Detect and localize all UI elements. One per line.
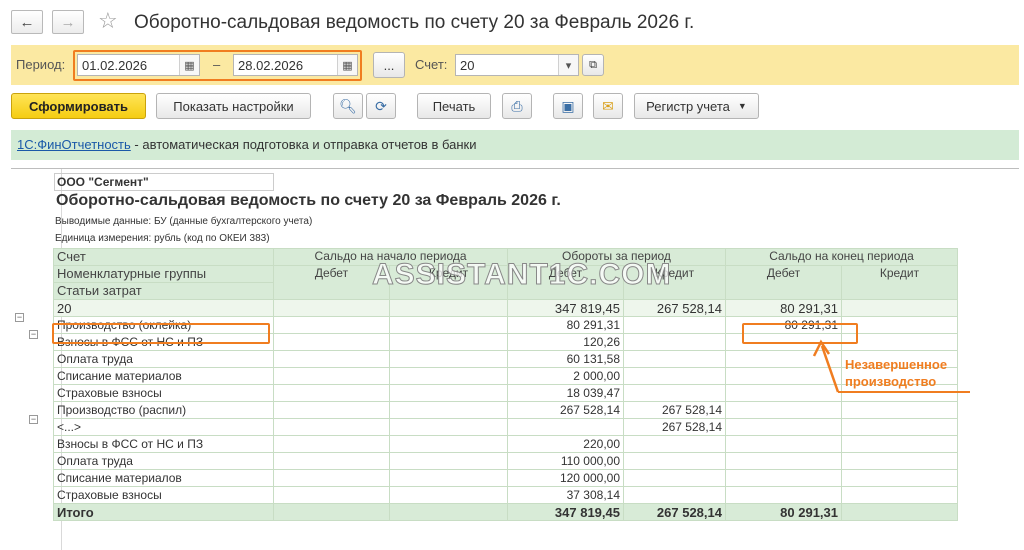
cell-turnover-credit: 267 528,14 — [623, 503, 726, 521]
search-refresh-icon: ⟳ — [375, 97, 387, 114]
period-to-field[interactable]: 28.02.2026 ▦ — [233, 54, 358, 76]
info-banner: 1С:ФинОтчетность - автоматическая подгот… — [11, 130, 1019, 160]
search-button[interactable]: 🔍︎ — [333, 93, 363, 119]
collapse-toggle-icon[interactable]: − — [15, 313, 24, 322]
cell-turnover-credit: 267 528,14 — [623, 418, 726, 436]
cell-turnover-credit: 267 528,14 — [623, 401, 726, 419]
cell-turnover-debit: 347 819,45 — [507, 503, 624, 521]
period-select-button[interactable]: ... — [373, 52, 405, 78]
table-row[interactable]: <...> 267 528,14 — [53, 418, 958, 436]
finotchetnost-link[interactable]: 1С:ФинОтчетность — [17, 137, 131, 152]
account-label: Счет: — [415, 57, 448, 72]
row-name: Страховые взносы — [53, 486, 274, 504]
email-button[interactable]: ✉ — [593, 93, 623, 119]
search-icon: 🔍︎ — [339, 97, 357, 114]
cell-turnover-credit: 267 528,14 — [623, 299, 726, 317]
chevron-down-icon: ▼ — [737, 101, 747, 111]
arrow-left-icon: ← — [19, 13, 35, 31]
organization-name: ООО "Сегмент" — [54, 173, 274, 191]
period-label: Период: — [16, 57, 66, 72]
watermark-text: ASSISTANT1C.COM — [371, 258, 672, 292]
cell-closing-debit: 80 291,31 — [725, 299, 842, 317]
row-name: <...> — [53, 418, 274, 436]
group-highlight-box — [52, 323, 270, 344]
calendar-icon[interactable]: ▦ — [337, 55, 357, 75]
print-button[interactable]: Печать — [417, 93, 491, 119]
annotation-line-2: производство — [845, 374, 937, 389]
period-dash: – — [213, 57, 221, 72]
row-name: Оплата труда — [53, 452, 274, 470]
cell-turnover-debit: 347 819,45 — [507, 299, 624, 317]
cell-turnover-debit: 60 131,58 — [507, 350, 624, 368]
header-cost-items: Статьи затрат — [53, 282, 274, 300]
open-window-icon: ⧉ — [589, 58, 597, 71]
unit-line: Единица измерения: рубль (код по ОКЕИ 38… — [55, 233, 270, 244]
generate-button[interactable]: Сформировать — [11, 93, 146, 119]
period-from-value: 01.02.2026 — [82, 58, 148, 73]
open-account-button[interactable]: ⧉ — [582, 54, 604, 76]
period-to-value: 28.02.2026 — [238, 58, 304, 73]
annotation-note: Незавершенное производство — [845, 356, 947, 390]
account-field[interactable]: 20 ▾ — [455, 54, 579, 76]
account-value: 20 — [460, 58, 475, 73]
annotation-underline — [838, 391, 970, 393]
header-nomenclature: Номенклатурные группы — [53, 265, 274, 283]
show-settings-button[interactable]: Показать настройки — [156, 93, 311, 119]
table-row[interactable]: Производство (распил) 267 528,14 267 528… — [53, 401, 958, 419]
header-account: Счет — [53, 248, 274, 266]
search-settings-button[interactable]: ⟳ — [366, 93, 396, 119]
preview-button[interactable]: ⎙ — [502, 93, 532, 119]
period-bar: Период: 01.02.2026 ▦ – 28.02.2026 ▦ ... … — [11, 45, 1019, 85]
favorite-star-icon[interactable]: ☆ — [98, 9, 118, 33]
cell-turnover-debit: 18 039,47 — [507, 384, 624, 402]
annotation-line-1: Незавершенное — [845, 357, 948, 372]
table-row[interactable]: 20 347 819,45 267 528,14 80 291,31 — [53, 299, 958, 317]
back-button[interactable]: ← — [11, 10, 43, 34]
banner-text: - автоматическая подготовка и отправка о… — [130, 137, 477, 152]
report-title: Оборотно-сальдовая ведомость по счету 20… — [56, 192, 561, 209]
output-data-line: Выводимые данные: БУ (данные бухгалтерск… — [55, 216, 313, 227]
table-row[interactable]: Списание материалов 120 000,00 — [53, 469, 958, 487]
print-preview-icon: ⎙ — [511, 97, 523, 114]
collapse-toggle-icon[interactable]: − — [29, 330, 38, 339]
cell-turnover-debit: 120 000,00 — [507, 469, 624, 487]
row-name: Страховые взносы — [53, 384, 274, 402]
forward-button[interactable]: → — [52, 10, 84, 34]
cell-turnover-debit: 80 291,31 — [507, 316, 624, 334]
cell-closing-debit: 80 291,31 — [725, 503, 842, 521]
table-row[interactable]: Оплата труда 110 000,00 — [53, 452, 958, 470]
dropdown-icon[interactable]: ▾ — [558, 55, 578, 75]
total-row[interactable]: Итого 347 819,45 267 528,14 80 291,31 — [53, 503, 958, 521]
cell-turnover-debit: 2 000,00 — [507, 367, 624, 385]
calendar-icon[interactable]: ▦ — [179, 55, 199, 75]
floppy-disk-icon: ▣ — [561, 97, 575, 114]
cell-turnover-debit: 120,26 — [507, 333, 624, 351]
envelope-icon: ✉ — [602, 97, 614, 114]
save-button[interactable]: ▣ — [553, 93, 583, 119]
row-name: 20 — [53, 299, 274, 317]
period-from-field[interactable]: 01.02.2026 ▦ — [77, 54, 200, 76]
header-closing: Сальдо на конец периода — [725, 248, 958, 266]
header-closing-credit: Кредит — [841, 265, 958, 300]
page-title: Оборотно-сальдовая ведомость по счету 20… — [134, 12, 695, 33]
row-name: Оплата труда — [53, 350, 274, 368]
row-name: Взносы в ФСС от НС и ПЗ — [53, 435, 274, 453]
row-name: Списание материалов — [53, 367, 274, 385]
register-dropdown[interactable]: Регистр учета ▼ — [634, 93, 759, 119]
row-name: Итого — [53, 503, 274, 521]
register-label: Регистр учета — [646, 98, 730, 114]
table-row[interactable]: Страховые взносы 37 308,14 — [53, 486, 958, 504]
header-closing-debit: Дебет — [725, 265, 842, 300]
row-name: Производство (распил) — [53, 401, 274, 419]
collapse-toggle-icon[interactable]: − — [29, 415, 38, 424]
row-name: Списание материалов — [53, 469, 274, 487]
cell-turnover-debit: 37 308,14 — [507, 486, 624, 504]
arrow-right-icon: → — [60, 13, 76, 31]
table-row[interactable]: Взносы в ФСС от НС и ПЗ 220,00 — [53, 435, 958, 453]
cell-turnover-debit: 110 000,00 — [507, 452, 624, 470]
cell-turnover-debit: 220,00 — [507, 435, 624, 453]
cell-turnover-debit: 267 528,14 — [507, 401, 624, 419]
